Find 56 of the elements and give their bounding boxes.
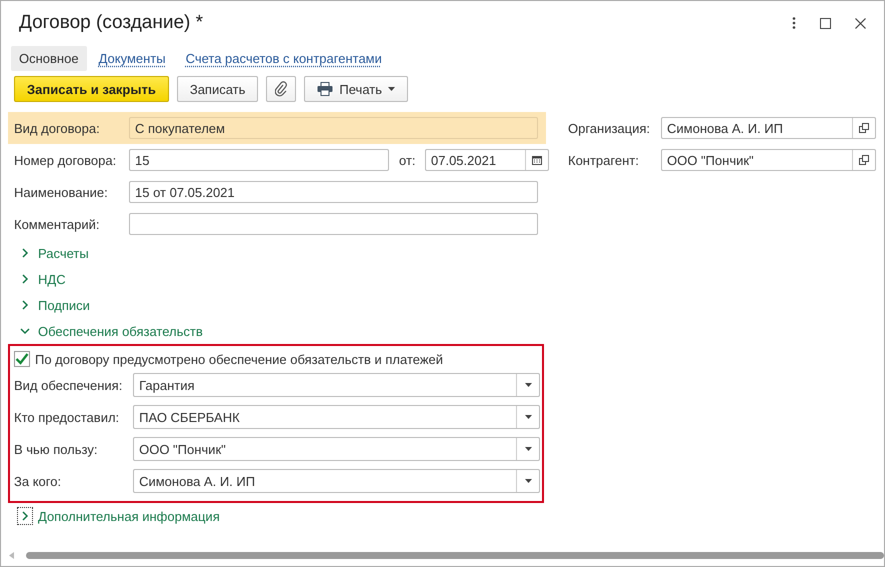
chevron-right-icon[interactable]: [20, 511, 30, 521]
tab[interactable]: Основное: [11, 46, 87, 70]
paperclip-icon: [275, 81, 288, 97]
number-field[interactable]: 15: [129, 149, 389, 171]
organization-field[interactable]: Симонова А. И. ИП: [661, 117, 876, 139]
scrollbar[interactable]: [26, 552, 884, 559]
field-label: Номер договора:: [13, 152, 118, 168]
window-title: Договор (создание) *: [19, 12, 204, 34]
caret-icon: [388, 87, 395, 91]
field-label: от:: [399, 152, 417, 168]
dropdown-icon[interactable]: [524, 383, 532, 387]
dropdown-field[interactable]: ООО "Пончик": [133, 437, 540, 461]
group-title[interactable]: Подписи: [38, 298, 90, 312]
save-button[interactable]: Записать: [176, 76, 258, 102]
chevron-right-icon[interactable]: [20, 300, 30, 310]
more-icon[interactable]: [792, 17, 796, 29]
checkbox-label: По договору предусмотрено обеспечение обязательств и платежей: [35, 352, 444, 366]
close-icon[interactable]: [855, 18, 866, 28]
dropdown-icon[interactable]: [524, 415, 532, 419]
field-label: Вид обеспечения:: [14, 378, 124, 392]
chevron-down-icon[interactable]: [20, 326, 30, 336]
field-label: Наименование:: [13, 184, 109, 200]
field-label: Организация:: [568, 120, 652, 136]
counterparty-field[interactable]: ООО "Пончик": [661, 149, 876, 171]
field-label: В чью пользу:: [14, 442, 98, 456]
field-label: Комментарий:: [13, 216, 100, 232]
tab[interactable]: Документы: [90, 46, 174, 70]
field-label: Контрагент:: [568, 152, 640, 168]
date-field[interactable]: 07.05.2021: [425, 149, 549, 171]
chevron-right-icon[interactable]: [20, 248, 30, 258]
open-icon[interactable]: [859, 155, 869, 165]
chevron-right-icon[interactable]: [20, 274, 30, 284]
field-label: За кого:: [14, 474, 62, 488]
name-field[interactable]: 15 от 07.05.2021: [129, 181, 538, 203]
comment-field[interactable]: [129, 213, 538, 235]
checkbox[interactable]: [14, 351, 30, 367]
save-and-close-button[interactable]: Записать и закрыть: [14, 76, 169, 102]
group-title[interactable]: Обеспечения обязательств: [38, 324, 203, 338]
dropdown-icon[interactable]: [524, 447, 532, 451]
attach-button[interactable]: [266, 76, 296, 102]
dropdown-icon[interactable]: [524, 479, 532, 483]
tab[interactable]: Счета расчетов с контрагентами: [178, 46, 390, 70]
printer-icon: [317, 82, 334, 96]
dropdown-field[interactable]: Гарантия: [133, 373, 540, 397]
print-button[interactable]: Печать: [304, 76, 408, 102]
field-label: Вид договора:: [14, 120, 101, 136]
dropdown-field[interactable]: Симонова А. И. ИП: [133, 469, 540, 493]
maximize-icon[interactable]: [820, 18, 831, 28]
contract-type-field[interactable]: С покупателем: [129, 117, 538, 139]
field-label: Кто предоставил:: [14, 410, 120, 424]
group-title[interactable]: НДС: [38, 272, 66, 286]
dropdown-field[interactable]: ПАО СБЕРБАНК: [133, 405, 540, 429]
calendar-icon[interactable]: [532, 155, 542, 165]
group-title[interactable]: Дополнительная информация: [38, 508, 220, 524]
open-icon[interactable]: [859, 123, 869, 133]
group-title[interactable]: Расчеты: [38, 246, 89, 260]
